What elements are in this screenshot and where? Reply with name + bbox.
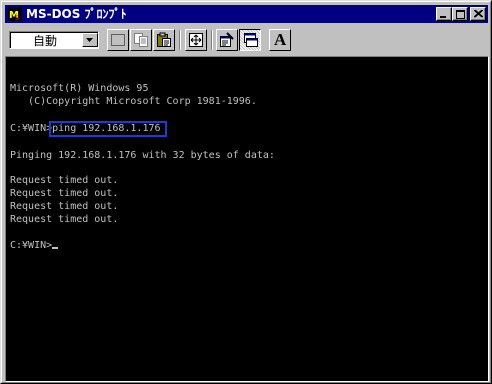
paste-icon xyxy=(157,32,171,47)
font-size-value: 自動 xyxy=(33,34,58,48)
console-output[interactable]: Microsoft(R) Windows 95 (C)Copyright Mic… xyxy=(6,57,488,381)
properties-button[interactable] xyxy=(216,29,238,51)
prompt-line: C:¥WIN> xyxy=(10,239,59,252)
close-icon xyxy=(474,10,483,18)
console-line: (C)Copyright Microsoft Corp 1981-1996. xyxy=(10,96,257,107)
console-frame: Microsoft(R) Windows 95 (C)Copyright Mic… xyxy=(5,56,489,382)
command-highlight-box xyxy=(49,121,167,137)
toolbar-separator xyxy=(211,30,213,50)
font-size-select[interactable]: 自動 xyxy=(9,31,99,49)
console-line: Microsoft(R) Windows 95 xyxy=(10,83,149,94)
toolbar: 自動 A xyxy=(5,26,488,54)
msdos-app-icon[interactable]: M s xyxy=(7,6,23,22)
minimize-button[interactable] xyxy=(436,7,452,21)
fullscreen-button[interactable] xyxy=(185,29,207,51)
text-cursor xyxy=(52,247,59,249)
window-title: MS-DOS ﾌﾟﾛﾝﾌﾟﾄ xyxy=(26,7,127,21)
console-line: Pinging 192.168.1.176 with 32 bytes of d… xyxy=(10,150,275,161)
dropdown-arrow-button[interactable] xyxy=(82,33,98,47)
font-button-label: A xyxy=(274,30,287,49)
fullscreen-icon xyxy=(189,33,203,47)
svg-text:s: s xyxy=(15,13,19,22)
copy-icon xyxy=(134,33,148,47)
paste-button[interactable] xyxy=(153,29,175,51)
mark-button[interactable] xyxy=(107,29,129,51)
minimize-icon xyxy=(440,16,446,18)
prompt-text: C:¥WIN> xyxy=(10,240,53,251)
console-line: Request timed out. xyxy=(10,201,119,212)
close-button[interactable] xyxy=(470,7,486,21)
font-button[interactable]: A xyxy=(269,29,291,51)
console-line: Request timed out. xyxy=(10,175,119,186)
maximize-icon xyxy=(456,10,465,19)
maximize-button[interactable] xyxy=(452,7,468,21)
msdos-window: M s MS-DOS ﾌﾟﾛﾝﾌﾟﾄ 自動 A Microsoft(R) Win… xyxy=(0,0,492,384)
chevron-down-icon xyxy=(86,38,93,42)
properties-icon xyxy=(220,32,234,47)
background-icon xyxy=(244,33,258,47)
toolbar-separator xyxy=(179,30,181,50)
mark-icon xyxy=(111,34,125,46)
console-line: Request timed out. xyxy=(10,188,119,199)
background-button[interactable] xyxy=(239,29,261,51)
title-bar[interactable]: M s MS-DOS ﾌﾟﾛﾝﾌﾟﾄ xyxy=(5,5,488,23)
copy-button[interactable] xyxy=(130,29,152,51)
console-line: Request timed out. xyxy=(10,214,119,225)
